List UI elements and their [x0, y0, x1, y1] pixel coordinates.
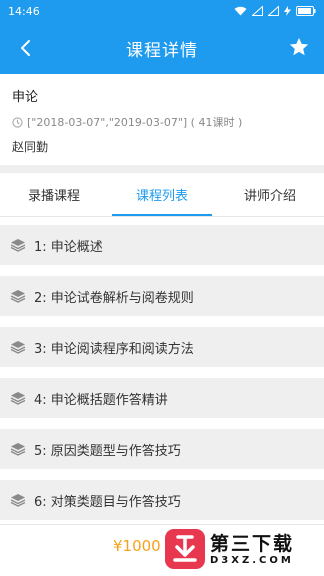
- section-divider: [0, 165, 324, 173]
- lesson-item[interactable]: 6: 对策类题目与作答技巧: [0, 480, 324, 520]
- course-period: ["2018-03-07","2019-03-07"] ( 41课时 ): [27, 116, 243, 129]
- lesson-item[interactable]: 2: 申论试卷解析与阅卷规则: [0, 276, 324, 316]
- lesson-item[interactable]: 4: 申论概括题作答精讲: [0, 378, 324, 418]
- tab-bar: 录播课程 课程列表 讲师介绍: [0, 173, 324, 217]
- watermark: 第三下载 D3XZ.COM: [164, 526, 318, 572]
- lesson-item[interactable]: 5: 原因类题型与作答技巧: [0, 429, 324, 469]
- navigation-bar: 课程详情: [0, 22, 324, 74]
- watermark-url: D3XZ.COM: [210, 554, 294, 566]
- layers-icon: [10, 290, 26, 303]
- lesson-label: 5: 原因类题型与作答技巧: [34, 443, 181, 459]
- course-name: 申论: [12, 90, 39, 105]
- watermark-logo-icon: [165, 529, 205, 569]
- lesson-list: 1: 申论概述 2: 申论试卷解析与阅卷规则 3: 申论阅读程序和阅读方法 4:…: [0, 217, 324, 520]
- page-title: 课程详情: [126, 40, 198, 61]
- layers-icon: [10, 494, 26, 507]
- lesson-label: 1: 申论概述: [34, 239, 103, 255]
- status-time: 14:46: [8, 4, 40, 18]
- lesson-label: 4: 申论概括题作答精讲: [34, 392, 168, 408]
- status-bar: 14:46: [0, 0, 324, 22]
- watermark-text: 第三下载 D3XZ.COM: [210, 533, 294, 566]
- bottom-bar: ¥1000 第三下载 D3XZ.COM: [0, 524, 324, 576]
- course-price: ¥1000: [113, 537, 161, 555]
- tab-recorded-courses[interactable]: 录播课程: [0, 173, 108, 216]
- lesson-label: 2: 申论试卷解析与阅卷规则: [34, 290, 194, 306]
- course-info: 申论 ["2018-03-07","2019-03-07"] ( 41课时 ) …: [0, 74, 324, 165]
- watermark-title: 第三下载: [210, 532, 295, 555]
- favorite-star-icon[interactable]: [288, 36, 310, 58]
- lesson-label: 3: 申论阅读程序和阅读方法: [34, 341, 194, 357]
- battery-icon: [296, 6, 316, 16]
- lesson-label: 6: 对策类题目与作答技巧: [34, 494, 181, 510]
- wifi-icon: [234, 6, 247, 16]
- layers-icon: [10, 443, 26, 456]
- layers-icon: [10, 341, 26, 354]
- tab-course-list[interactable]: 课程列表: [108, 173, 216, 216]
- course-period-row: ["2018-03-07","2019-03-07"] ( 41课时 ): [12, 114, 312, 130]
- lesson-item[interactable]: 1: 申论概述: [0, 225, 324, 265]
- course-teacher: 赵同勤: [12, 140, 49, 154]
- clock-icon: [12, 116, 23, 128]
- signal-icon-2: [268, 6, 279, 16]
- layers-icon: [10, 239, 26, 252]
- status-icons: [234, 6, 316, 16]
- charging-icon: [284, 6, 291, 16]
- back-arrow-icon[interactable]: [14, 36, 38, 60]
- signal-icon: [252, 6, 263, 16]
- lesson-item[interactable]: 3: 申论阅读程序和阅读方法: [0, 327, 324, 367]
- tab-teacher-intro[interactable]: 讲师介绍: [216, 173, 324, 216]
- layers-icon: [10, 392, 26, 405]
